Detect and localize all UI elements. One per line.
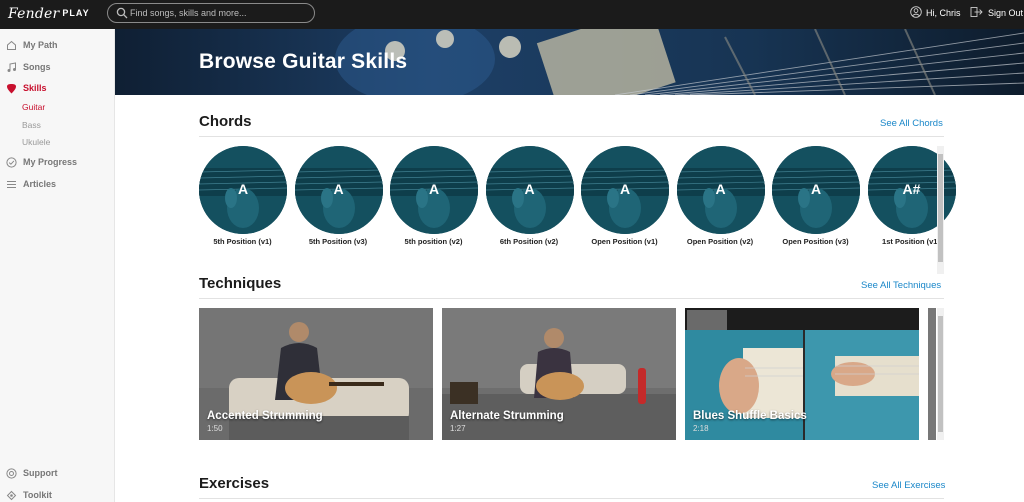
search-icon (116, 7, 128, 19)
see-all-exercises-link[interactable]: See All Exercises (872, 480, 945, 491)
technique-duration: 1:50 (207, 424, 223, 433)
chord-position-label[interactable]: 1st Position (v1) (864, 237, 959, 246)
chord-name: A (524, 181, 535, 197)
sidebar-item-support[interactable]: Support (6, 465, 58, 481)
music-note-icon (7, 61, 16, 72)
sidebar-item-toolkit[interactable]: Toolkit (6, 487, 52, 502)
sidebar: My Path Songs Skills Guitar Bass Ukulele… (0, 29, 115, 502)
techniques-scrollbar[interactable] (937, 308, 944, 440)
check-circle-icon (6, 156, 17, 168)
chord-position-label[interactable]: 5th Position (v3) (291, 237, 386, 246)
chord-card[interactable]: A (485, 146, 574, 234)
chord-name: A (428, 181, 440, 197)
technique-duration: 2:18 (693, 424, 709, 433)
chord-position-label[interactable]: 5th position (v2) (386, 237, 481, 246)
chord-name: A (810, 181, 822, 197)
path-icon (7, 40, 16, 50)
sidebar-item-my-path[interactable]: My Path (6, 37, 58, 53)
technique-title: Blues Shuffle Basics (693, 410, 807, 422)
lifebuoy-icon (6, 467, 17, 479)
sidebar-item-songs[interactable]: Songs (6, 59, 51, 75)
user-menu[interactable]: Hi, Chris (910, 6, 961, 18)
chords-heading: Chords (199, 113, 252, 130)
technique-duration: 1:27 (450, 424, 466, 433)
chord-card[interactable]: A (581, 146, 669, 234)
technique-card[interactable]: Accented Strumming 1:50 (199, 308, 433, 440)
chord-position-label[interactable]: Open Position (v2) (673, 237, 768, 246)
fender-play-logo[interactable]: Fender PLAY (8, 6, 90, 22)
sidebar-subitem-ukulele[interactable]: Ukulele (22, 137, 50, 147)
top-bar: FenderPLAY Hi, Chris Sign Out (0, 0, 1024, 29)
technique-title: Accented Strumming (207, 410, 323, 422)
chord-card[interactable]: A (294, 146, 383, 234)
techniques-divider (199, 298, 944, 299)
techniques-scrollbar-thumb[interactable] (938, 316, 943, 432)
exercises-divider (199, 498, 944, 499)
hero-banner: Browse Guitar Skills (115, 29, 1024, 95)
sidebar-item-articles[interactable]: Articles (6, 176, 56, 192)
technique-card[interactable]: Alternate Strumming 1:27 (442, 308, 676, 440)
sidebar-item-my-progress[interactable]: My Progress (6, 154, 77, 170)
list-icon (7, 180, 16, 188)
page-title: Browse Guitar Skills (199, 50, 408, 73)
chord-name: A (715, 181, 726, 197)
see-all-techniques-link[interactable]: See All Techniques (861, 280, 941, 291)
chords-scrollbar[interactable] (937, 146, 944, 274)
chord-position-label[interactable]: Open Position (v1) (577, 237, 672, 246)
chords-scrollbar-thumb[interactable] (938, 154, 943, 262)
chords-divider (199, 136, 944, 137)
chord-position-label[interactable]: Open Position (v3) (768, 237, 863, 246)
technique-title: Alternate Strumming (450, 410, 564, 422)
sidebar-subitem-guitar[interactable]: Guitar (22, 102, 45, 112)
exercises-heading: Exercises (199, 475, 270, 492)
pick-icon (7, 83, 16, 93)
chord-name: A (237, 181, 249, 197)
search-input[interactable] (130, 6, 310, 20)
chord-name: A (619, 181, 631, 197)
techniques-heading: Techniques (199, 275, 282, 292)
see-all-chords-link[interactable]: See All Chords (880, 118, 943, 129)
chord-position-label[interactable]: 5th Position (v1) (195, 237, 290, 246)
user-icon (910, 6, 922, 18)
sidebar-subitem-bass[interactable]: Bass (22, 120, 41, 130)
chord-name: A (333, 181, 344, 197)
technique-card[interactable]: Blues Shuffle Basics 2:18 (685, 308, 919, 440)
technique-card-partial[interactable] (928, 308, 936, 440)
search-box[interactable] (107, 3, 315, 23)
sidebar-item-skills[interactable]: Skills (6, 80, 47, 96)
toolkit-icon (6, 490, 17, 500)
sign-out-icon (970, 7, 983, 17)
sign-out-button[interactable]: Sign Out (970, 7, 1023, 18)
chord-card[interactable]: A (390, 146, 478, 234)
user-greeting: Hi, Chris (926, 8, 961, 18)
chord-card[interactable]: A (772, 146, 860, 234)
chord-card[interactable]: A (199, 146, 287, 234)
chord-position-label[interactable]: 6th Position (v2) (482, 237, 577, 246)
chord-card[interactable]: A (676, 146, 765, 234)
